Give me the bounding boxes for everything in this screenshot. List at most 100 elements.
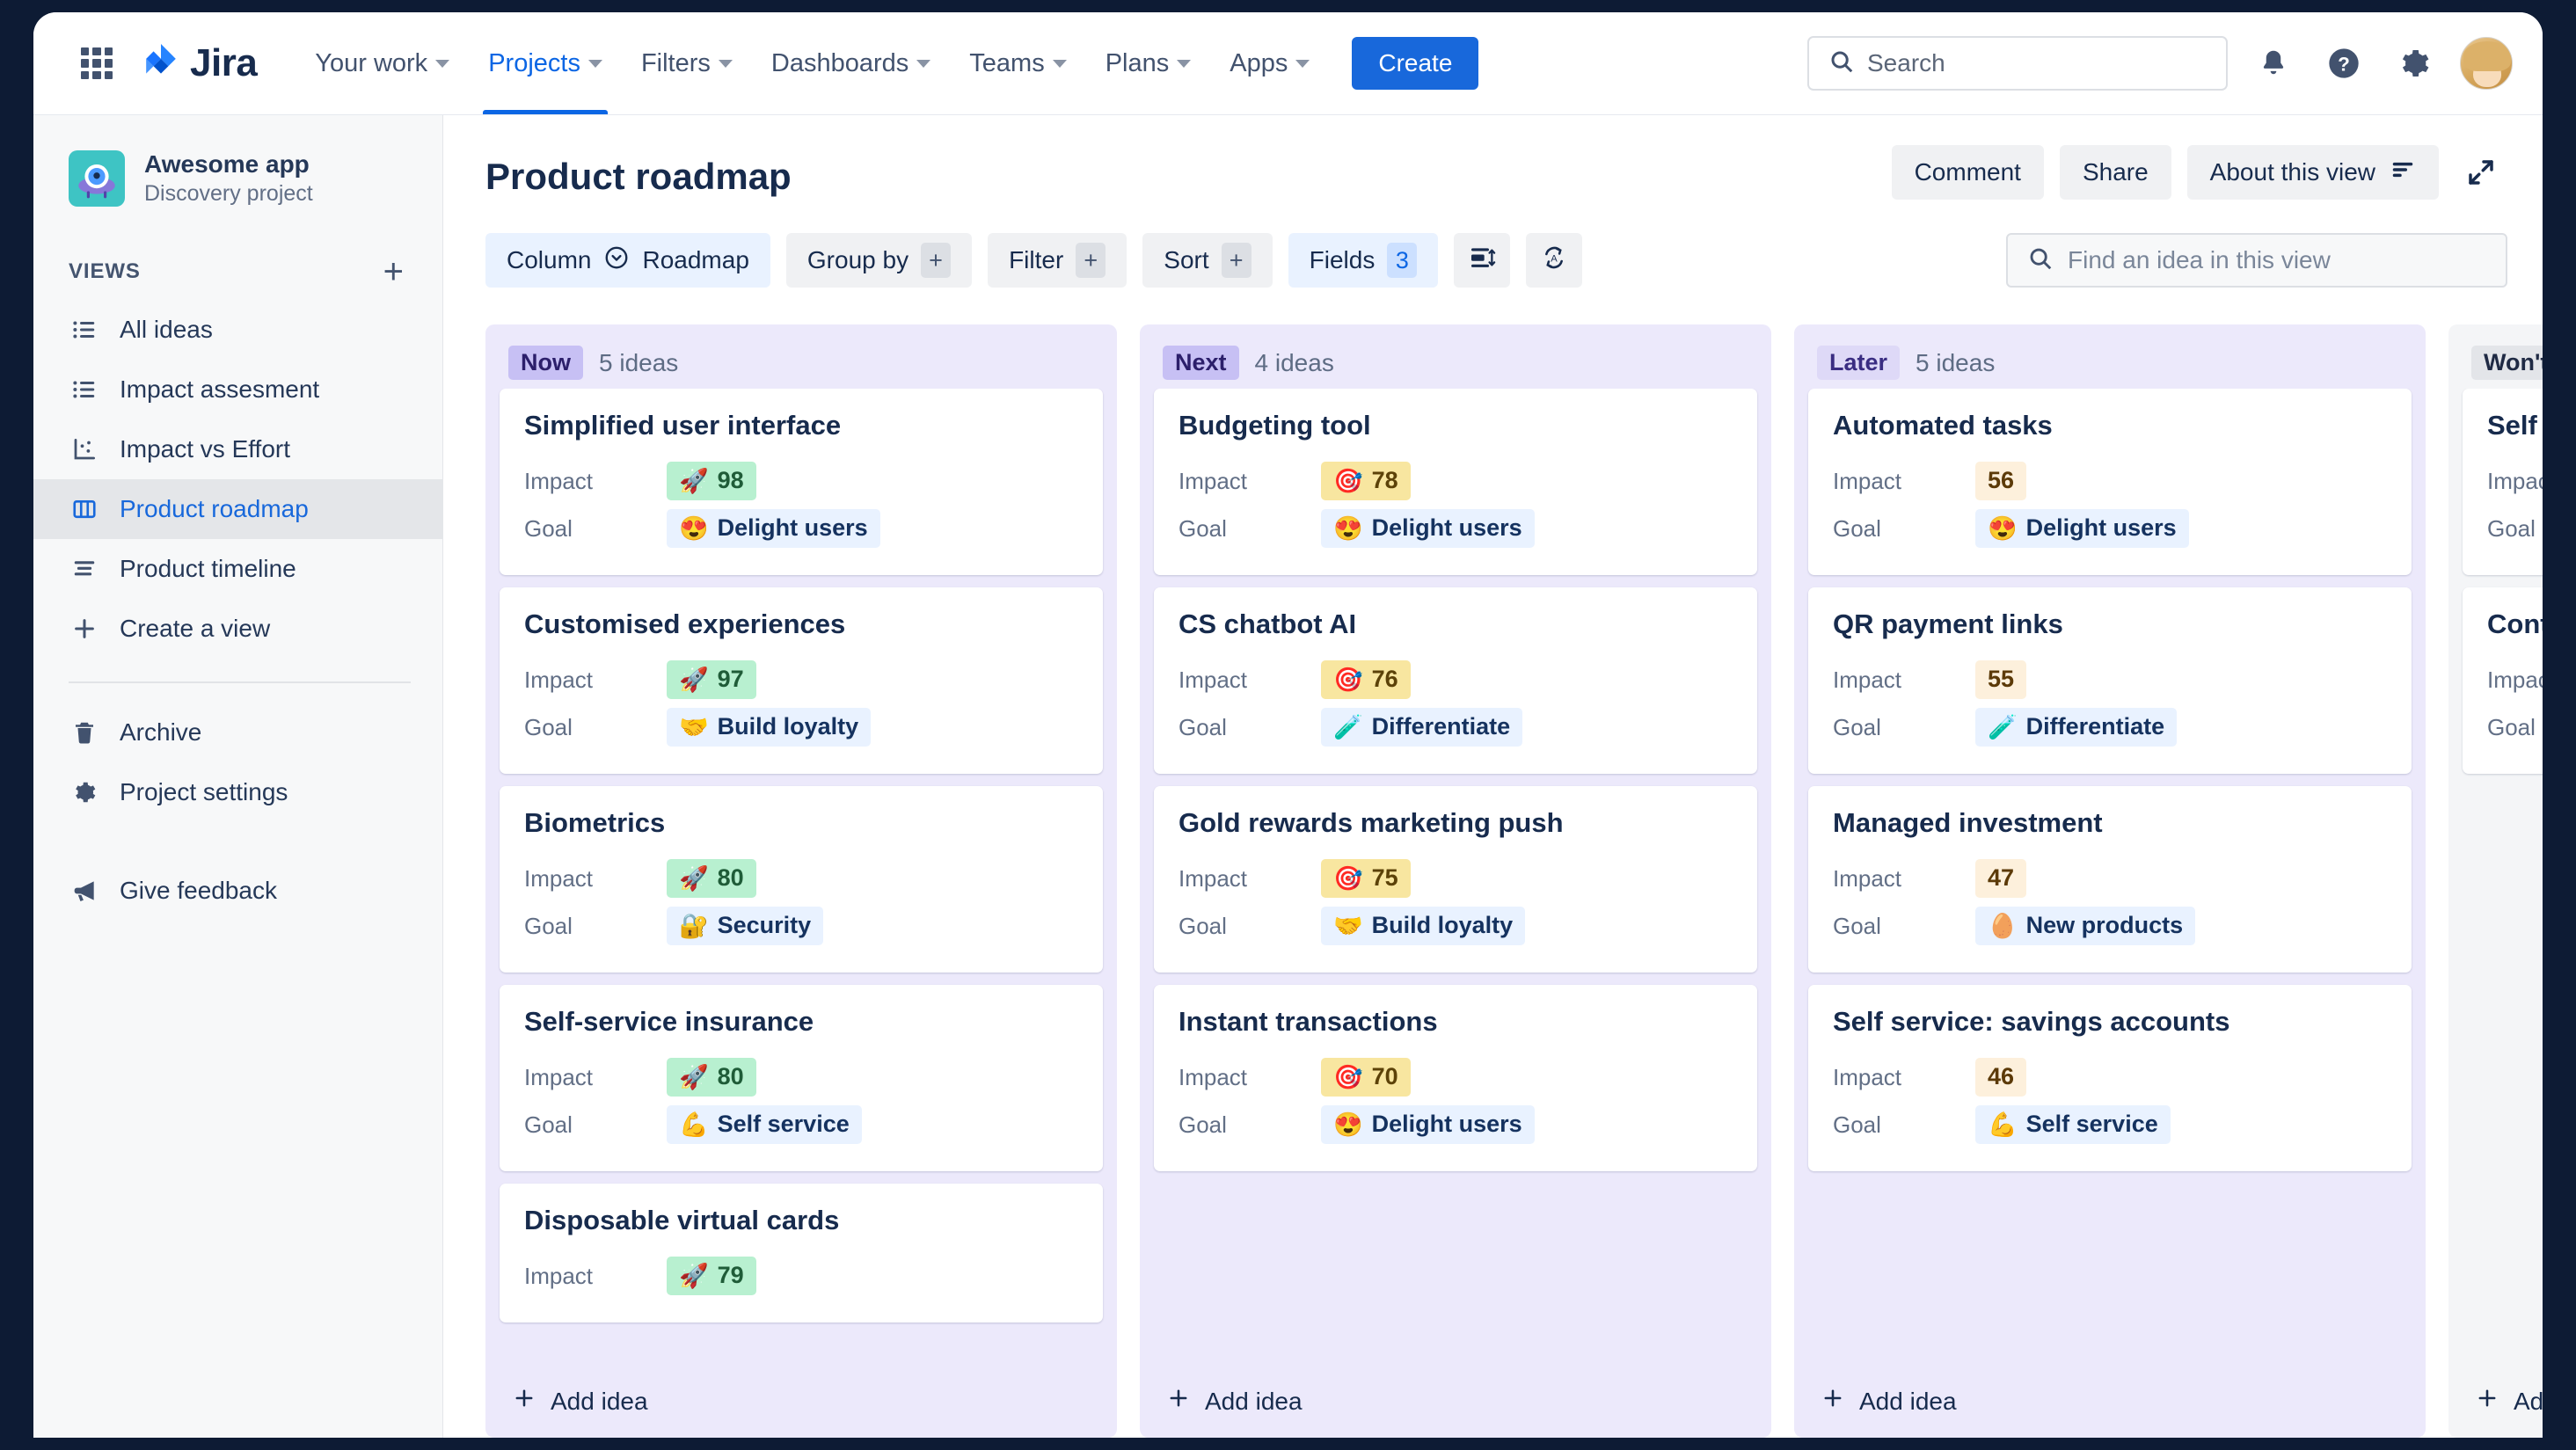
goal-badge[interactable]: 🔐 Security (667, 907, 824, 945)
impact-label: Impact (1179, 864, 1248, 892)
goal-badge[interactable]: 🧪 Differentiate (1975, 708, 2178, 747)
impact-label: Impact (2487, 467, 2543, 494)
goal-badge[interactable]: 😍 Delight users (1321, 509, 1535, 548)
sidebar-item-create-a-view[interactable]: Create a view (33, 599, 442, 659)
idea-card[interactable]: QR payment links Impact 55 Goal 🧪 Differ… (1808, 587, 2412, 774)
nav-dashboards[interactable]: Dashboards (752, 12, 950, 114)
impact-badge[interactable]: 🚀 98 (667, 462, 756, 500)
idea-card[interactable]: Instant transactions Impact 🎯 70 Goal 😍 … (1154, 985, 1757, 1171)
global-search-input[interactable]: Search (1807, 36, 2228, 91)
impact-label: Impact (1833, 1063, 1902, 1090)
sidebar-item-archive[interactable]: Archive (33, 703, 442, 762)
user-avatar[interactable] (2460, 37, 2513, 90)
filter-chip[interactable]: Filter + (988, 233, 1127, 288)
sidebar-item-all-ideas[interactable]: All ideas (33, 300, 442, 360)
add-idea-button[interactable]: Add idea (485, 1370, 1117, 1438)
impact-badge[interactable]: 🚀 80 (667, 859, 756, 898)
idea-card[interactable]: Biometrics Impact 🚀 80 Goal 🔐 Security (500, 786, 1103, 973)
nav-teams[interactable]: Teams (950, 12, 1085, 114)
comment-button[interactable]: Comment (1891, 145, 2044, 200)
share-button[interactable]: Share (2059, 145, 2171, 200)
goal-badge[interactable]: 🧪 Differentiate (1321, 708, 1523, 747)
project-name: Awesome app (144, 150, 310, 178)
chevron-down-icon (916, 59, 931, 68)
impact-badge[interactable]: 🎯 70 (1321, 1058, 1411, 1097)
impact-label: Impact (524, 666, 594, 693)
goal-badge[interactable]: 🥚 New products (1975, 907, 2196, 945)
board-column-wont-do: Won't do 1 idea Self service: credit car… (2448, 324, 2543, 1438)
impact-badge[interactable]: 🎯 75 (1321, 859, 1411, 898)
expand-fullscreen-icon[interactable] (2455, 146, 2507, 199)
notifications-bell-icon[interactable] (2249, 39, 2298, 88)
goal-badge[interactable]: 💪 Self service (1975, 1105, 2171, 1144)
impact-badge[interactable]: 🎯 76 (1321, 660, 1411, 699)
sidebar-item-project-settings[interactable]: Project settings (33, 762, 442, 822)
column-config-chip[interactable]: Column Roadmap (485, 233, 770, 288)
impact-badge[interactable]: 🎯 78 (1321, 462, 1411, 500)
goal-badge[interactable]: 💪 Self service (667, 1105, 862, 1144)
auto-sync-button[interactable]: A (1526, 233, 1583, 288)
project-header[interactable]: Awesome app Discovery project (33, 142, 442, 208)
idea-card[interactable]: Gold rewards marketing push Impact 🎯 75 … (1154, 786, 1757, 973)
idea-card[interactable]: Self-service insurance Impact 🚀 80 Goal (500, 985, 1103, 1171)
goal-badge[interactable]: 🤝 Build loyalty (667, 708, 872, 747)
goal-label: Goal (524, 912, 573, 939)
column-header: Later 5 ideas (1794, 324, 2426, 389)
nav-filters[interactable]: Filters (622, 12, 752, 114)
idea-card[interactable]: Self service: credit cards Impact 36 Goa… (2463, 389, 2543, 575)
about-this-view-button[interactable]: About this view (2186, 145, 2439, 200)
impact-badge[interactable]: 55 (1975, 660, 2027, 699)
idea-card[interactable]: Contactless payments Impact 30 Goal (2463, 587, 2543, 774)
add-idea-button[interactable]: Add idea (1140, 1370, 1771, 1438)
sidebar-item-product-roadmap[interactable]: Product roadmap (33, 479, 442, 540)
sidebar-item-impact-vs-effort[interactable]: Impact vs Effort (33, 419, 442, 479)
idea-card[interactable]: Customised experiences Impact 🚀 97 Goal (500, 587, 1103, 774)
rocket-icon: 🚀 (679, 1063, 709, 1090)
app-switcher-icon[interactable] (77, 44, 116, 83)
nav-label: Teams (969, 48, 1045, 77)
find-idea-input[interactable]: Find an idea in this view (2006, 233, 2507, 288)
impact-badge[interactable]: 46 (1975, 1058, 2027, 1097)
sidebar-item-give-feedback[interactable]: Give feedback (33, 861, 442, 921)
idea-card[interactable]: CS chatbot AI Impact 🎯 76 Goal 🧪 Differe… (1154, 587, 1757, 774)
app-body: Awesome app Discovery project VIEWS + Al… (33, 115, 2543, 1438)
settings-gear-icon[interactable] (2390, 39, 2439, 88)
goal-value: Security (717, 912, 812, 939)
jira-home-logo[interactable]: Jira (142, 41, 258, 85)
impact-badge[interactable]: 🚀 80 (667, 1058, 756, 1097)
goal-badge[interactable]: 😍 Delight users (1321, 1105, 1535, 1144)
fields-chip[interactable]: Fields 3 (1288, 233, 1439, 288)
sidebar-item-product-timeline[interactable]: Product timeline (33, 539, 442, 599)
nav-apps[interactable]: Apps (1210, 12, 1329, 114)
add-idea-button[interactable]: Add idea (1794, 1370, 2426, 1438)
idea-card[interactable]: Simplified user interface Impact 🚀 98 Go… (500, 389, 1103, 575)
goal-emoji-icon: 😍 (679, 514, 709, 542)
create-button[interactable]: Create (1352, 37, 1479, 90)
idea-card[interactable]: Managed investment Impact 47 Goal 🥚 New … (1808, 786, 2412, 973)
nav-projects[interactable]: Projects (469, 12, 622, 114)
add-idea-button[interactable]: Add idea (2448, 1370, 2543, 1438)
sort-chip[interactable]: Sort + (1142, 233, 1273, 288)
idea-card[interactable]: Disposable virtual cards Impact 🚀 79 (500, 1184, 1103, 1322)
nav-your-work[interactable]: Your work (296, 12, 469, 114)
idea-card[interactable]: Self service: savings accounts Impact 46… (1808, 985, 2412, 1171)
rocket-icon: 🚀 (679, 666, 709, 693)
help-question-icon[interactable]: ? (2319, 39, 2368, 88)
goal-badge[interactable]: 😍 Delight users (1975, 509, 2189, 548)
impact-badge[interactable]: 56 (1975, 462, 2027, 500)
goal-row: Goal 🤝 Build loyalty (1179, 902, 1733, 950)
goal-badge[interactable]: 😍 Delight users (667, 509, 880, 548)
idea-card[interactable]: Budgeting tool Impact 🎯 78 Goal 😍 Deligh… (1154, 389, 1757, 575)
impact-badge[interactable]: 🚀 79 (667, 1257, 756, 1295)
goal-row: Goal 😍 Delight users (1833, 505, 2387, 552)
idea-card[interactable]: Automated tasks Impact 56 Goal 😍 Delight… (1808, 389, 2412, 575)
impact-badge[interactable]: 47 (1975, 859, 2027, 898)
sidebar-item-impact-assesment[interactable]: Impact assesment (33, 360, 442, 419)
goal-badge[interactable]: 🤝 Build loyalty (1321, 907, 1526, 945)
nav-plans[interactable]: Plans (1086, 12, 1211, 114)
add-view-button[interactable]: + (383, 254, 404, 289)
group-by-chip[interactable]: Group by + (785, 233, 973, 288)
row-height-button[interactable] (1454, 233, 1511, 288)
impact-badge[interactable]: 🚀 97 (667, 660, 756, 699)
idea-title: QR payment links (1833, 608, 2063, 639)
